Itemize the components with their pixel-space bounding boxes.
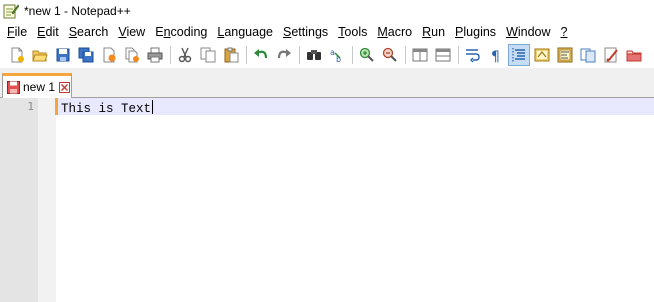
indent-guide-button[interactable]	[508, 44, 530, 66]
menu-tools[interactable]: Tools	[334, 22, 373, 42]
close-button[interactable]	[98, 44, 120, 66]
menu-file[interactable]: File	[3, 22, 33, 42]
tab-close-icon[interactable]	[59, 81, 71, 93]
copy-button[interactable]	[197, 44, 219, 66]
redo-icon	[277, 49, 291, 59]
tab-bar: new 1	[0, 68, 654, 98]
menu-edit[interactable]: Edit	[33, 22, 65, 42]
find-icon	[307, 50, 321, 60]
zoom-in-button[interactable]	[356, 44, 378, 66]
menu-macro[interactable]: Macro	[373, 22, 418, 42]
sync-vertical-icon	[412, 48, 428, 62]
menu-bar: File Edit Search View Encoding Language …	[0, 22, 654, 42]
menu-view[interactable]: View	[114, 22, 151, 42]
paste-icon	[224, 47, 239, 63]
udl-icon	[534, 48, 550, 62]
fold-margin[interactable]	[38, 98, 56, 302]
menu-window[interactable]: Window	[502, 22, 556, 42]
paste-button[interactable]	[220, 44, 242, 66]
toolbar: ab ¶	[0, 42, 654, 68]
word-wrap-button[interactable]	[462, 44, 484, 66]
tab-new-1[interactable]: new 1	[2, 73, 72, 98]
save-button[interactable]	[52, 44, 74, 66]
show-all-characters-button[interactable]: ¶	[485, 44, 507, 66]
copy-icon	[200, 47, 216, 63]
function-list-icon	[580, 48, 596, 63]
toolbar-separator	[170, 46, 171, 64]
doc-map-icon	[557, 47, 573, 63]
function-list-button[interactable]	[577, 44, 599, 66]
close-icon	[103, 47, 116, 63]
line-number: 1	[27, 100, 34, 113]
line-number-gutter[interactable]: 1	[0, 98, 38, 302]
menu-search[interactable]: Search	[65, 22, 115, 42]
menu-encoding[interactable]: Encoding	[151, 22, 213, 42]
folder-icon	[626, 50, 642, 62]
menu-settings[interactable]: Settings	[279, 22, 334, 42]
sync-vertical-scroll-button[interactable]	[409, 44, 431, 66]
undo-icon	[254, 49, 268, 59]
new-file-button[interactable]	[6, 44, 28, 66]
find-button[interactable]	[303, 44, 325, 66]
window-title: *new 1 - Notepad++	[24, 4, 131, 18]
sync-horizontal-icon	[435, 48, 451, 62]
svg-text:a: a	[330, 48, 335, 57]
macro-record-button[interactable]	[600, 44, 622, 66]
replace-icon: ab	[330, 48, 341, 63]
save-all-button[interactable]	[75, 44, 97, 66]
zoom-out-button[interactable]	[379, 44, 401, 66]
print-button[interactable]	[144, 44, 166, 66]
undo-button[interactable]	[250, 44, 272, 66]
sync-horizontal-scroll-button[interactable]	[432, 44, 454, 66]
toolbar-separator	[299, 46, 300, 64]
replace-button[interactable]: ab	[326, 44, 348, 66]
document-map-button[interactable]	[554, 44, 576, 66]
toolbar-separator	[352, 46, 353, 64]
print-icon	[147, 47, 163, 63]
zoom-in-icon	[359, 47, 374, 62]
toolbar-separator	[405, 46, 406, 64]
save-all-icon	[78, 47, 94, 63]
text-caret	[152, 100, 154, 114]
notepadpp-app-icon[interactable]	[3, 3, 20, 19]
show-all-chars-icon: ¶	[491, 49, 500, 63]
text-line[interactable]: This is Text	[61, 100, 154, 116]
indent-guide-icon	[512, 48, 525, 62]
macro-record-icon	[604, 47, 618, 63]
word-wrap-icon	[466, 49, 480, 63]
redo-button[interactable]	[273, 44, 295, 66]
close-all-button[interactable]	[121, 44, 143, 66]
menu-run[interactable]: Run	[418, 22, 451, 42]
folder-workspace-button[interactable]	[623, 44, 645, 66]
new-file-icon	[11, 47, 24, 63]
cut-button[interactable]	[174, 44, 196, 66]
unsaved-file-icon	[7, 80, 20, 94]
zoom-out-icon	[382, 47, 397, 62]
open-file-button[interactable]	[29, 44, 51, 66]
svg-text:¶: ¶	[491, 49, 500, 63]
toolbar-separator	[246, 46, 247, 64]
tab-label: new 1	[23, 80, 56, 94]
open-file-icon	[32, 50, 48, 62]
title-bar: *new 1 - Notepad++	[0, 0, 654, 22]
menu-plugins[interactable]: Plugins	[451, 22, 502, 42]
save-icon	[56, 48, 70, 62]
menu-help[interactable]: ?	[557, 22, 574, 42]
line-text: This is Text	[61, 102, 152, 116]
editor-area[interactable]: 1 This is Text	[0, 98, 654, 302]
user-defined-language-button[interactable]	[531, 44, 553, 66]
cut-icon	[178, 47, 192, 63]
close-all-icon	[125, 47, 139, 63]
menu-language[interactable]: Language	[213, 22, 279, 42]
toolbar-separator	[458, 46, 459, 64]
